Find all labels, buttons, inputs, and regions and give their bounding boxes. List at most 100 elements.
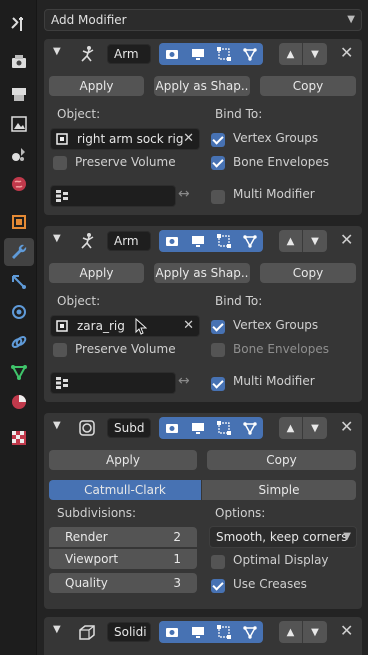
collapse-triangle-icon[interactable]: ▼ — [53, 233, 61, 244]
tab-render[interactable] — [4, 48, 34, 76]
render-levels-field[interactable]: Render 2 — [49, 527, 197, 547]
vertex-group-field[interactable] — [50, 372, 176, 394]
vertex-triangle-icon — [243, 626, 257, 639]
invert-arrows-icon[interactable]: ↔ — [178, 186, 190, 202]
tab-output[interactable] — [4, 80, 34, 108]
copy-button[interactable]: Copy — [260, 263, 356, 283]
physics-icon — [12, 305, 26, 319]
apply-button[interactable]: Apply — [49, 450, 197, 470]
vertex-groups-checkbox[interactable] — [211, 133, 225, 147]
realtime-toggle[interactable] — [185, 230, 211, 252]
move-down-button[interactable]: ▼ — [303, 43, 327, 65]
collapse-triangle-icon[interactable]: ▼ — [53, 46, 61, 57]
preserve-volume-checkbox[interactable] — [53, 156, 67, 170]
remove-modifier-button[interactable]: ✕ — [340, 417, 353, 436]
quality-value: 3 — [173, 576, 181, 590]
edit-cage-toggle[interactable] — [211, 417, 237, 439]
object-icon — [56, 133, 68, 145]
edit-cage-toggle[interactable] — [211, 621, 237, 643]
bone-envelopes-checkbox[interactable] — [211, 156, 225, 170]
clear-icon[interactable]: ✕ — [183, 316, 194, 336]
view-layer-icon — [11, 116, 27, 132]
modifier-name-field[interactable]: Arm — [107, 231, 151, 251]
vertex-groups-checkbox[interactable] — [211, 320, 225, 334]
tab-particles[interactable] — [4, 268, 34, 296]
edit-cage-toggle[interactable] — [211, 230, 237, 252]
realtime-toggle[interactable] — [185, 43, 211, 65]
tab-physics[interactable] — [4, 298, 34, 326]
tab-constraints[interactable] — [4, 328, 34, 356]
bone-envelopes-checkbox[interactable] — [211, 343, 225, 357]
bind-to-label: Bind To: — [215, 107, 263, 121]
use-creases-checkbox[interactable] — [211, 579, 225, 593]
on-cage-toggle[interactable] — [237, 43, 263, 65]
quality-field[interactable]: Quality 3 — [49, 573, 197, 593]
bone-envelopes-label: Bone Envelopes — [233, 155, 329, 169]
on-cage-toggle[interactable] — [237, 621, 263, 643]
invert-arrows-icon[interactable]: ↔ — [178, 373, 190, 389]
realtime-toggle[interactable] — [185, 417, 211, 439]
preserve-volume-checkbox[interactable] — [53, 343, 67, 357]
copy-button[interactable]: Copy — [207, 450, 356, 470]
realtime-toggle[interactable] — [185, 621, 211, 643]
tab-object[interactable] — [4, 208, 34, 236]
multi-modifier-checkbox[interactable] — [211, 377, 225, 391]
tab-world[interactable] — [4, 170, 34, 198]
tab-texture[interactable] — [4, 424, 34, 452]
move-down-button[interactable]: ▼ — [303, 230, 327, 252]
collapse-triangle-icon[interactable]: ▼ — [53, 624, 61, 635]
bone-envelopes-label: Bone Envelopes — [233, 342, 329, 356]
move-up-button[interactable]: ▲ — [279, 621, 303, 643]
remove-modifier-button[interactable]: ✕ — [340, 43, 353, 62]
modifier-header: ▼ Subd ▲ ▼ ✕ — [44, 413, 362, 443]
texture-icon — [12, 431, 26, 445]
viewport-levels-field[interactable]: Viewport 1 — [49, 549, 197, 569]
tab-scene[interactable] — [4, 140, 34, 168]
collapse-triangle-icon[interactable]: ▼ — [53, 420, 61, 431]
on-cage-toggle[interactable] — [237, 230, 263, 252]
clear-icon[interactable]: ✕ — [183, 129, 194, 149]
modifier-name-field[interactable]: Subd — [107, 418, 151, 438]
multi-modifier-checkbox[interactable] — [211, 190, 225, 204]
object-field[interactable]: zara_rig ✕ — [50, 315, 200, 337]
optimal-display-checkbox[interactable] — [211, 555, 225, 569]
remove-modifier-button[interactable]: ✕ — [340, 621, 353, 640]
object-field[interactable]: right arm sock rig ✕ — [50, 128, 200, 150]
move-up-button[interactable]: ▲ — [279, 43, 303, 65]
apply-button[interactable]: Apply — [49, 76, 144, 96]
move-down-button[interactable]: ▼ — [303, 417, 327, 439]
copy-button[interactable]: Copy — [260, 76, 356, 96]
on-cage-toggle[interactable] — [237, 417, 263, 439]
move-down-button[interactable]: ▼ — [303, 621, 327, 643]
tab-object-data[interactable] — [4, 358, 34, 386]
tab-modifiers[interactable] — [4, 238, 34, 266]
render-levels-label: Render — [65, 530, 108, 544]
edit-mode-toggle[interactable] — [159, 621, 185, 643]
tab-material[interactable] — [4, 388, 34, 416]
modifier-name-field[interactable]: Solidi — [107, 622, 151, 642]
modifier-name-field[interactable]: Arm — [107, 44, 151, 64]
simple-option[interactable]: Simple — [202, 480, 356, 500]
tab-tool[interactable] — [4, 10, 34, 38]
apply-as-shape-button[interactable]: Apply as Shap.. — [154, 76, 250, 96]
add-modifier-dropdown[interactable]: Add Modifier ▼ — [44, 9, 362, 31]
edit-mode-toggle[interactable] — [159, 417, 185, 439]
edit-mode-toggle[interactable] — [159, 43, 185, 65]
apply-button[interactable]: Apply — [49, 263, 144, 283]
edit-cage-toggle[interactable] — [211, 43, 237, 65]
uv-smooth-dropdown[interactable]: Smooth, keep corners ▼ — [209, 526, 357, 548]
render-levels-value: 2 — [173, 530, 181, 544]
remove-modifier-button[interactable]: ✕ — [340, 230, 353, 249]
move-arrows: ▲ ▼ — [279, 621, 327, 643]
catmull-clark-option[interactable]: Catmull-Clark — [49, 480, 201, 500]
material-icon — [12, 395, 26, 409]
edit-mode-toggle[interactable] — [159, 230, 185, 252]
vertex-groups-label: Vertex Groups — [233, 318, 319, 332]
tab-view-layer[interactable] — [4, 110, 34, 138]
vertex-group-field[interactable] — [50, 185, 176, 207]
move-up-button[interactable]: ▲ — [279, 230, 303, 252]
particles-icon — [12, 275, 26, 289]
move-up-button[interactable]: ▲ — [279, 417, 303, 439]
object-data-icon — [11, 365, 27, 381]
apply-as-shape-button[interactable]: Apply as Shap.. — [154, 263, 250, 283]
